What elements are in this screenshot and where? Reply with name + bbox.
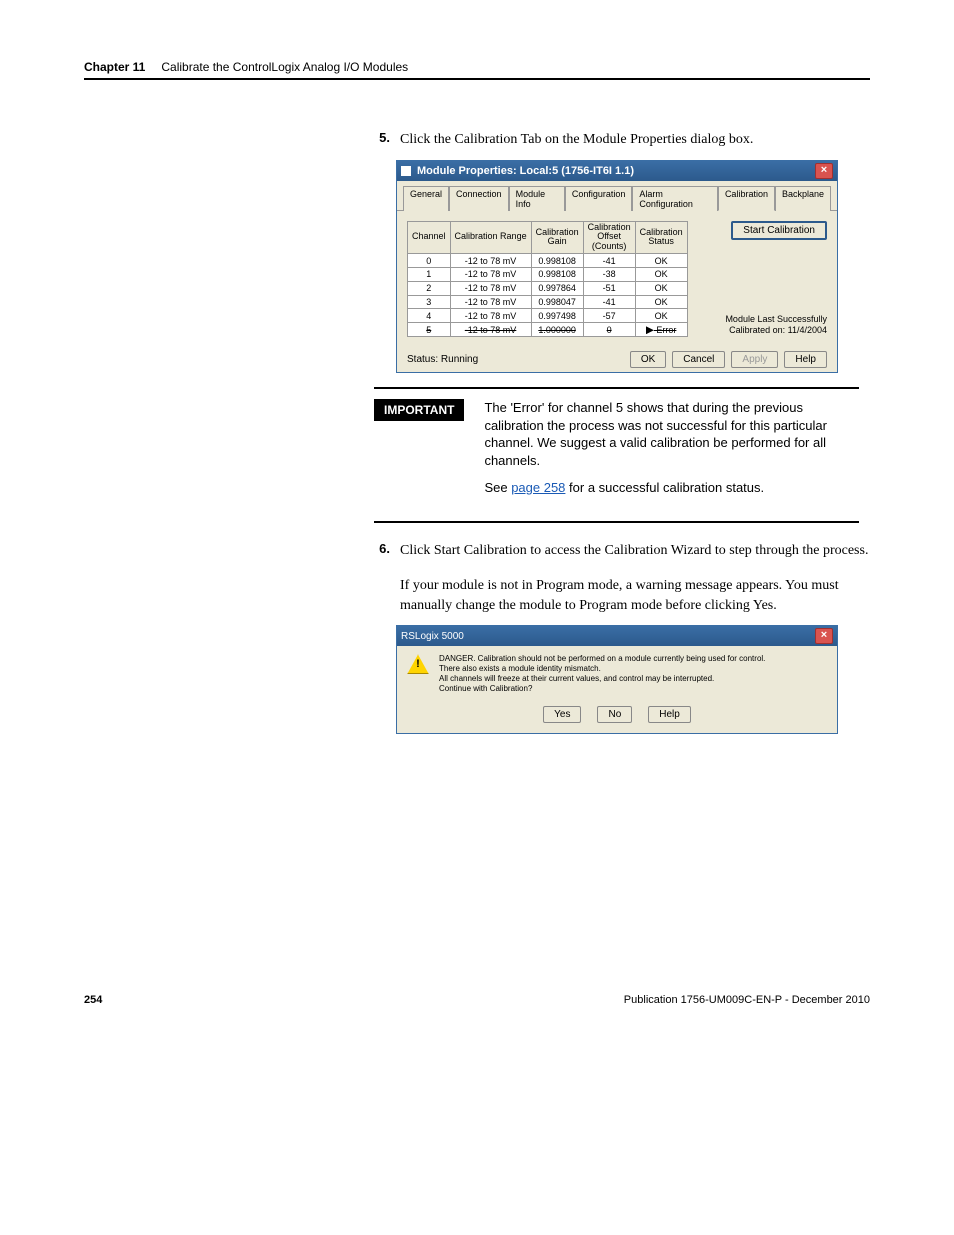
step-text: Click the Calibration Tab on the Module … (400, 130, 753, 150)
table-cell: 5 (408, 323, 451, 337)
table-cell: -12 to 78 mV (450, 295, 531, 309)
table-cell: -12 to 78 mV (450, 309, 531, 323)
step-number: 5. (374, 130, 390, 150)
table-cell: -41 (583, 254, 635, 268)
tab-general[interactable]: General (403, 186, 449, 211)
help-button[interactable]: Help (784, 351, 827, 368)
col-status: Calibration Status (635, 221, 687, 254)
start-calibration-button[interactable]: Start Calibration (731, 221, 827, 240)
table-cell: OK (635, 254, 687, 268)
table-cell: -41 (583, 295, 635, 309)
table-cell: 0.998047 (531, 295, 583, 309)
page-footer: 254 Publication 1756-UM009C-EN-P - Decem… (84, 994, 870, 1006)
cancel-button[interactable]: Cancel (672, 351, 725, 368)
page-number: 254 (84, 994, 102, 1006)
step-5: 5. Click the Calibration Tab on the Modu… (374, 130, 870, 150)
no-button[interactable]: No (597, 706, 632, 723)
tab-calibration[interactable]: Calibration (718, 186, 775, 211)
chapter-label: Chapter 11 (84, 60, 145, 74)
table-cell: 1 (408, 268, 451, 282)
step-text-followup: If your module is not in Program mode, a… (400, 576, 870, 615)
module-properties-dialog: Module Properties: Local:5 (1756-IT6I 1.… (396, 160, 838, 373)
warning-message: DANGER. Calibration should not be perfor… (439, 654, 765, 694)
col-gain: Calibration Gain (531, 221, 583, 254)
table-row[interactable]: 1-12 to 78 mV0.998108-38OK (408, 268, 688, 282)
last-calibrated-label: Module Last Successfully Calibrated on: … (702, 314, 827, 337)
table-cell: OK (635, 268, 687, 282)
important-paragraph-2: See page 258 for a successful calibratio… (484, 479, 859, 497)
tab-backplane[interactable]: Backplane (775, 186, 831, 211)
table-cell: -12 to 78 mV (450, 268, 531, 282)
tab-strip: General Connection Module Info Configura… (397, 181, 837, 211)
warning-dialog: RSLogix 5000 × DANGER. Calibration shoul… (396, 625, 838, 734)
warning-title: RSLogix 5000 (401, 631, 464, 642)
table-cell: -57 (583, 309, 635, 323)
chapter-title: Calibrate the ControlLogix Analog I/O Mo… (161, 60, 408, 74)
important-badge: IMPORTANT (374, 399, 464, 421)
tab-alarm-configuration[interactable]: Alarm Configuration (632, 186, 718, 211)
tab-connection[interactable]: Connection (449, 186, 509, 211)
step-text: Click Start Calibration to access the Ca… (400, 541, 870, 561)
table-cell: 0.998108 (531, 254, 583, 268)
table-cell: 0 (408, 254, 451, 268)
important-rule-bottom (374, 521, 859, 523)
table-row[interactable]: 3-12 to 78 mV0.998047-41OK (408, 295, 688, 309)
warning-icon (407, 654, 429, 674)
table-cell: OK (635, 295, 687, 309)
table-cell: Error (635, 323, 687, 337)
important-rule-top (374, 387, 859, 389)
tab-module-info[interactable]: Module Info (509, 186, 565, 211)
col-channel: Channel (408, 221, 451, 254)
table-cell: 0.997864 (531, 281, 583, 295)
calibration-table: Channel Calibration Range Calibration Ga… (407, 221, 688, 337)
status-label: Status: Running (407, 354, 478, 365)
table-row[interactable]: 0-12 to 78 mV0.998108-41OK (408, 254, 688, 268)
close-icon[interactable]: × (815, 163, 833, 179)
table-row[interactable]: 5-12 to 78 mV1.0000000 Error (408, 323, 688, 337)
table-cell: -12 to 78 mV (450, 254, 531, 268)
table-cell: 0.997498 (531, 309, 583, 323)
table-cell: -38 (583, 268, 635, 282)
dialog-titlebar: Module Properties: Local:5 (1756-IT6I 1.… (397, 161, 837, 181)
table-cell: -12 to 78 mV (450, 323, 531, 337)
col-range: Calibration Range (450, 221, 531, 254)
table-cell: OK (635, 309, 687, 323)
important-callout: IMPORTANT The 'Error' for channel 5 show… (374, 399, 859, 507)
warning-titlebar: RSLogix 5000 × (397, 626, 837, 646)
table-row[interactable]: 4-12 to 78 mV0.997498-57OK (408, 309, 688, 323)
page-258-link[interactable]: page 258 (511, 480, 565, 495)
step-6: 6. Click Start Calibration to access the… (374, 541, 870, 616)
table-cell: -12 to 78 mV (450, 281, 531, 295)
dialog-title: Module Properties: Local:5 (1756-IT6I 1.… (417, 165, 634, 177)
apply-button[interactable]: Apply (731, 351, 778, 368)
table-cell: 0 (583, 323, 635, 337)
table-cell: OK (635, 281, 687, 295)
help-button[interactable]: Help (648, 706, 691, 723)
page-header: Chapter 11 Calibrate the ControlLogix An… (84, 60, 870, 74)
window-icon (401, 166, 411, 176)
table-cell: 3 (408, 295, 451, 309)
table-cell: -51 (583, 281, 635, 295)
table-cell: 0.998108 (531, 268, 583, 282)
table-cell: 2 (408, 281, 451, 295)
important-paragraph-1: The 'Error' for channel 5 shows that dur… (484, 399, 859, 469)
yes-button[interactable]: Yes (543, 706, 581, 723)
table-cell: 4 (408, 309, 451, 323)
tab-configuration[interactable]: Configuration (565, 186, 633, 211)
table-row[interactable]: 2-12 to 78 mV0.997864-51OK (408, 281, 688, 295)
publication-id: Publication 1756-UM009C-EN-P - December … (624, 994, 870, 1006)
close-icon[interactable]: × (815, 628, 833, 644)
step-number: 6. (374, 541, 390, 616)
ok-button[interactable]: OK (630, 351, 666, 368)
col-offset: Calibration Offset (Counts) (583, 221, 635, 254)
table-cell: 1.000000 (531, 323, 583, 337)
error-arrow-icon (646, 326, 654, 334)
header-rule (84, 78, 870, 80)
